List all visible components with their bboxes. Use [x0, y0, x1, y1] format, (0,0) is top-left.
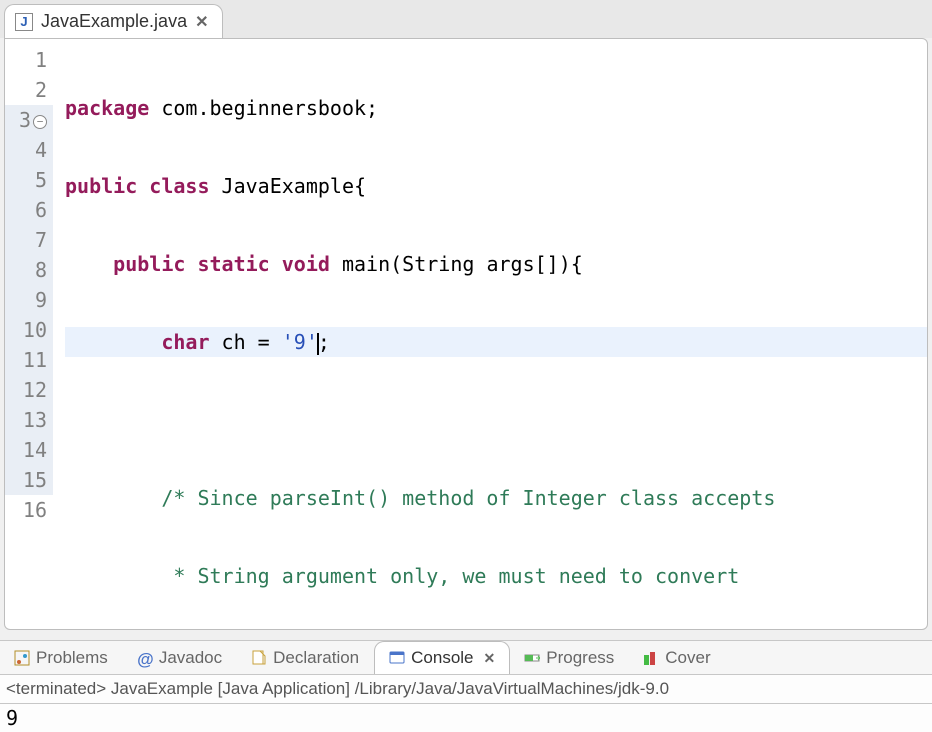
tab-declaration[interactable]: Declaration — [237, 642, 374, 674]
line-number: 10 — [5, 315, 53, 345]
code-line[interactable]: package com.beginnersbook; — [65, 93, 927, 123]
line-number: 4 — [5, 135, 53, 165]
line-number: 8 — [5, 255, 53, 285]
tab-progress[interactable]: Progress — [510, 642, 629, 674]
tab-javadoc[interactable]: @ Javadoc — [123, 642, 237, 674]
fold-toggle-icon[interactable] — [33, 115, 47, 129]
console-launch-info: <terminated> JavaExample [Java Applicati… — [0, 675, 932, 704]
tab-label: Console — [411, 648, 473, 668]
line-number: 11 — [5, 345, 53, 375]
line-number-gutter: 1 2 3 4 5 6 7 8 9 10 11 12 13 14 15 16 — [5, 39, 59, 629]
javadoc-icon: @ — [137, 650, 153, 666]
coverage-icon — [643, 650, 659, 666]
tab-label: Problems — [36, 648, 108, 668]
tab-label: Declaration — [273, 648, 359, 668]
bottom-panel: Problems @ Javadoc Declaration Console ✕… — [0, 640, 932, 732]
problems-icon — [14, 650, 30, 666]
code-line[interactable] — [65, 405, 927, 435]
console-output[interactable]: 9 — [0, 704, 932, 732]
line-number: 9 — [5, 285, 53, 315]
bottom-tab-bar: Problems @ Javadoc Declaration Console ✕… — [0, 641, 932, 675]
panel-divider[interactable] — [0, 630, 932, 640]
line-number: 16 — [5, 495, 53, 525]
editor-tab-label: JavaExample.java — [41, 11, 187, 32]
tab-label: Javadoc — [159, 648, 222, 668]
java-file-icon: J — [15, 13, 33, 31]
tab-console[interactable]: Console ✕ — [374, 641, 510, 675]
line-number: 2 — [5, 75, 53, 105]
line-number: 3 — [5, 105, 53, 135]
code-line-current[interactable]: char ch = '9'; — [65, 327, 927, 357]
code-area[interactable]: package com.beginnersbook; public class … — [65, 39, 927, 629]
editor-tab-javaexample[interactable]: J JavaExample.java ✕ — [4, 4, 223, 38]
console-icon — [389, 650, 405, 666]
close-icon[interactable]: ✕ — [484, 650, 496, 667]
line-number: 6 — [5, 195, 53, 225]
close-icon[interactable]: ✕ — [195, 12, 208, 32]
tab-label: Progress — [546, 648, 614, 668]
line-number: 1 — [5, 45, 53, 75]
line-number: 13 — [5, 405, 53, 435]
tab-problems[interactable]: Problems — [0, 642, 123, 674]
declaration-icon — [251, 650, 267, 666]
line-number: 14 — [5, 435, 53, 465]
tab-label: Cover — [665, 648, 710, 668]
code-line[interactable]: /* Since parseInt() method of Integer cl… — [65, 483, 927, 513]
line-number: 5 — [5, 165, 53, 195]
code-line[interactable]: public static void main(String args[]){ — [65, 249, 927, 279]
line-number: 15 — [5, 465, 53, 495]
code-editor[interactable]: 1 2 3 4 5 6 7 8 9 10 11 12 13 14 15 16 p… — [4, 38, 928, 630]
line-number: 7 — [5, 225, 53, 255]
code-line[interactable]: public class JavaExample{ — [65, 171, 927, 201]
progress-icon — [524, 650, 540, 666]
tab-coverage[interactable]: Cover — [629, 642, 725, 674]
line-number: 12 — [5, 375, 53, 405]
editor-tab-bar: J JavaExample.java ✕ — [0, 0, 932, 38]
code-line[interactable]: * String argument only, we must need to … — [65, 561, 927, 591]
